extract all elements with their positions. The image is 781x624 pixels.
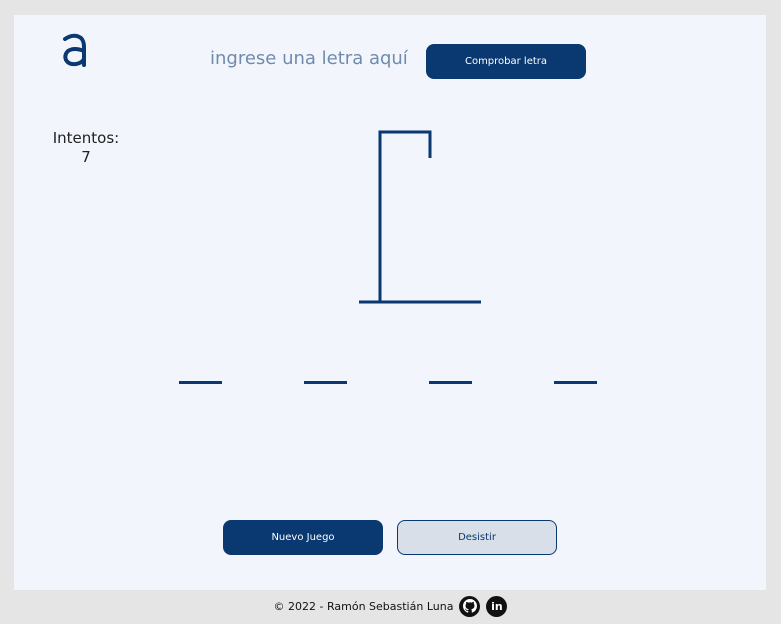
tries-label: Intentos: [52,129,120,147]
gallows-drawing [359,130,481,304]
check-letter-button[interactable]: Comprobar letra [426,44,586,79]
footer: © 2022 - Ramón Sebastián Luna in [0,594,781,618]
letter-input[interactable] [200,43,410,73]
github-glyph-icon [462,599,477,613]
new-game-button[interactable]: Nuevo Juego [223,520,383,555]
letter-slot [429,381,472,384]
alura-logo-icon [63,33,86,67]
tries-value: 7 [81,148,91,166]
give-up-button[interactable]: Desistir [397,520,557,555]
letter-slot [554,381,597,384]
letter-slot [179,381,222,384]
tries-counter: Intentos: 7 [48,129,124,167]
linkedin-icon[interactable]: in [486,595,508,617]
github-icon[interactable] [459,595,481,617]
letter-slot [304,381,347,384]
copyright-text: © 2022 - Ramón Sebastián Luna [273,599,454,613]
